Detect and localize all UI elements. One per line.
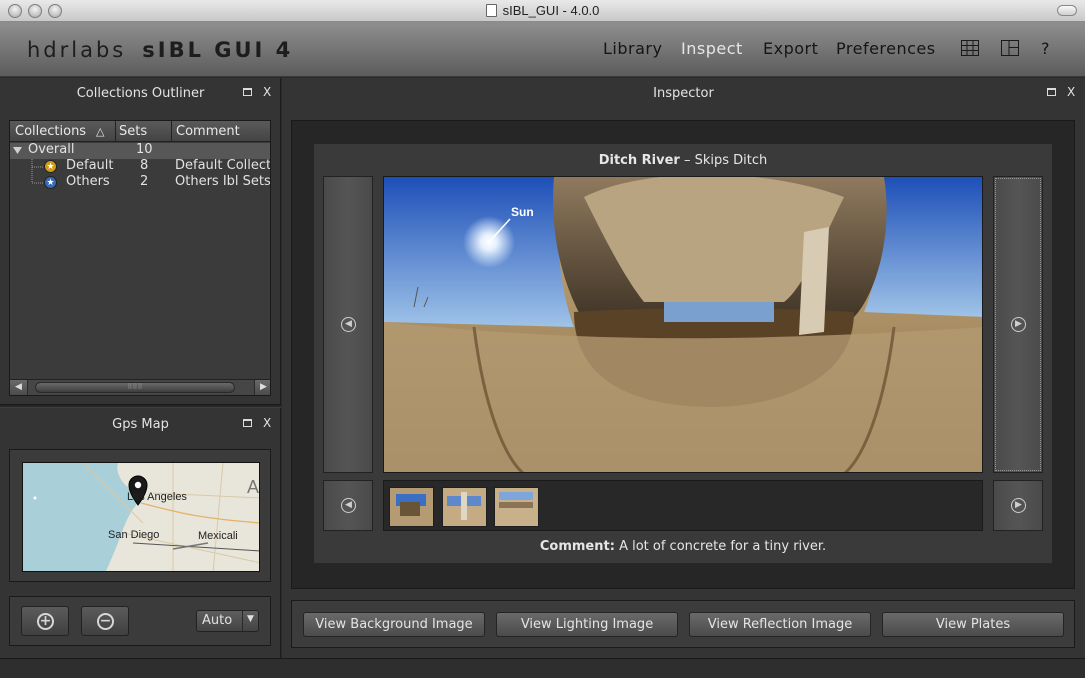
- expand-triangle-icon[interactable]: [13, 147, 22, 155]
- tree-cell-name: Default: [66, 158, 114, 173]
- default-collection-icon: ★: [44, 160, 57, 173]
- nav-library[interactable]: Library: [603, 39, 662, 58]
- next-thumbnails-button[interactable]: ▶: [993, 480, 1043, 531]
- map-label-mexicali: Mexicali: [198, 530, 238, 542]
- tree-row-overall[interactable]: Overall 10: [10, 142, 270, 159]
- help-icon[interactable]: ?: [1041, 39, 1050, 58]
- collections-outliner-title: Collections Outliner: [76, 86, 205, 101]
- float-panel-icon[interactable]: [243, 416, 252, 430]
- zoom-out-button[interactable]: −: [81, 606, 129, 636]
- tree-cell-sets: 10: [136, 142, 153, 157]
- previous-arrow-icon: ◀: [341, 498, 356, 513]
- document-icon: [485, 4, 497, 17]
- comment-label: Comment:: [539, 539, 615, 554]
- plate-thumbnail[interactable]: [442, 487, 487, 527]
- map-label-san-diego: San Diego: [108, 529, 160, 541]
- column-sets[interactable]: Sets: [119, 124, 147, 139]
- view-plates-button[interactable]: View Plates: [882, 612, 1064, 637]
- spherical-preview-image[interactable]: Sun: [383, 176, 983, 473]
- previous-arrow-icon: ◀: [341, 317, 356, 332]
- column-comment[interactable]: Comment: [176, 124, 240, 139]
- tree-cell-comment: Default Collect: [175, 158, 271, 173]
- close-panel-icon[interactable]: X: [263, 416, 271, 430]
- scroll-left-icon[interactable]: ◀: [10, 380, 28, 395]
- set-title: Skips Ditch: [694, 153, 768, 168]
- nav-export[interactable]: Export: [763, 39, 818, 58]
- toolbar-toggle-button[interactable]: [1057, 5, 1077, 16]
- previous-set-button[interactable]: ◀: [323, 176, 373, 473]
- plus-icon: +: [37, 613, 54, 630]
- panel-splitter[interactable]: [0, 404, 281, 408]
- gps-map-frame: Los Angeles San Diego Mexicali A: [9, 449, 271, 582]
- tree-cell-comment: Others Ibl Sets: [175, 174, 271, 189]
- inspector-title: Inspector: [653, 86, 714, 101]
- horizontal-scrollbar[interactable]: ◀ ⠿⠿⠿ ▶: [10, 379, 270, 395]
- float-panel-icon[interactable]: [243, 85, 252, 99]
- collections-tree[interactable]: Collections △ Sets Comment Overall 10 ★ …: [9, 120, 271, 396]
- next-arrow-icon: ▶: [1011, 317, 1026, 332]
- scroll-right-icon[interactable]: ▶: [254, 380, 270, 395]
- others-collection-icon: ★: [44, 176, 57, 189]
- sun-label: Sun: [511, 205, 534, 219]
- combo-value: Auto: [202, 613, 233, 628]
- gps-map-title: Gps Map: [112, 417, 169, 432]
- view-reflection-image-button[interactable]: View Reflection Image: [689, 612, 871, 637]
- set-separator: –: [683, 153, 691, 168]
- map-controls: + − Auto ▼: [9, 596, 271, 646]
- scrollbar-thumb[interactable]: ⠿⠿⠿: [35, 382, 235, 393]
- tree-header: Collections △ Sets Comment: [10, 121, 270, 142]
- window-title-text: sIBL_GUI - 4.0.0: [502, 3, 600, 18]
- column-collections[interactable]: Collections: [15, 124, 86, 139]
- split-layout-icon[interactable]: [1001, 40, 1019, 56]
- brand-logo: hdrlabs sIBL GUI 4: [27, 38, 293, 62]
- gps-map[interactable]: Los Angeles San Diego Mexicali A: [22, 462, 260, 572]
- close-panel-icon[interactable]: X: [1067, 85, 1075, 99]
- tree-cell-name: Overall: [28, 142, 75, 157]
- dropdown-arrow-icon: ▼: [247, 614, 254, 624]
- nav-inspect[interactable]: Inspect: [681, 39, 743, 58]
- tree-cell-name: Others: [66, 174, 110, 189]
- tree-cell-sets: 2: [140, 174, 149, 189]
- plate-thumbnail[interactable]: [389, 487, 434, 527]
- tree-row-others[interactable]: ★ Others 2 Others Ibl Sets: [10, 174, 271, 191]
- previous-thumbnails-button[interactable]: ◀: [323, 480, 373, 531]
- nav-preferences[interactable]: Preferences: [836, 39, 936, 58]
- float-panel-icon[interactable]: [1047, 85, 1056, 99]
- map-type-combo[interactable]: Auto ▼: [196, 610, 259, 632]
- set-heading: Ditch River – Skips Ditch: [314, 153, 1052, 168]
- view-lighting-image-button[interactable]: View Lighting Image: [496, 612, 678, 637]
- app-header: hdrlabs sIBL GUI 4 Library Inspect Export…: [0, 22, 1085, 77]
- map-label-los-angeles: Los Angeles: [127, 491, 187, 503]
- close-panel-icon[interactable]: X: [263, 85, 271, 99]
- plates-thumbnails: [383, 480, 983, 531]
- view-background-image-button[interactable]: View Background Image: [303, 612, 485, 637]
- tree-cell-sets: 8: [140, 158, 149, 173]
- set-name: Ditch River: [598, 153, 680, 168]
- tree-row-default[interactable]: ★ Default 8 Default Collect: [10, 158, 271, 184]
- next-arrow-icon: ▶: [1011, 498, 1026, 513]
- brand-left: hdrlabs: [27, 38, 127, 62]
- title-bar: sIBL_GUI - 4.0.0: [0, 0, 1085, 22]
- comment-text: A lot of concrete for a tiny river.: [619, 539, 827, 554]
- zoom-in-button[interactable]: +: [21, 606, 69, 636]
- minus-icon: −: [97, 613, 114, 630]
- brand-right: sIBL GUI 4: [142, 38, 294, 62]
- status-bar: [0, 658, 1085, 678]
- window-title: sIBL_GUI - 4.0.0: [0, 3, 1085, 18]
- sort-indicator-icon: △: [96, 125, 105, 138]
- view-buttons-bar: View Background Image View Lighting Imag…: [291, 600, 1075, 648]
- grid-layout-icon[interactable]: [961, 40, 979, 56]
- plate-thumbnail[interactable]: [494, 487, 539, 527]
- map-label-region: A: [247, 477, 260, 497]
- next-set-button[interactable]: ▶: [993, 176, 1043, 473]
- comment-line: Comment: A lot of concrete for a tiny ri…: [314, 539, 1052, 554]
